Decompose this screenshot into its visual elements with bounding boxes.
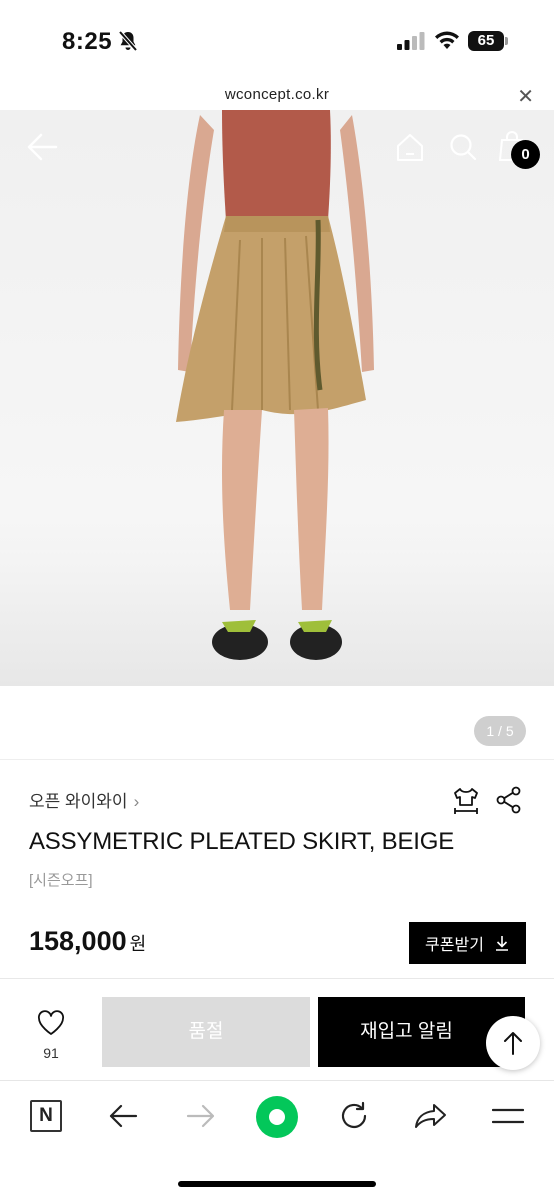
scroll-top-button[interactable]	[486, 1016, 540, 1070]
download-icon	[495, 936, 508, 951]
naver-logo-icon[interactable]: N	[30, 1100, 62, 1132]
refresh-icon[interactable]	[338, 1100, 370, 1132]
home-indicator	[178, 1181, 376, 1187]
url-bar[interactable]: wconcept.co.kr ✕	[0, 80, 554, 110]
like-button[interactable]: 91	[30, 1010, 72, 1061]
product-price: 158,000 원	[29, 926, 146, 957]
arrow-up-icon	[504, 1032, 522, 1055]
price-currency: 원	[129, 934, 147, 954]
share-icon[interactable]	[414, 1102, 448, 1130]
status-bar: 8:25 65	[0, 0, 554, 80]
close-icon[interactable]: ✕	[517, 84, 534, 109]
back-arrow-icon[interactable]	[26, 132, 58, 162]
battery-icon: 65	[468, 31, 508, 51]
forward-icon[interactable]	[186, 1102, 216, 1130]
green-dot-icon[interactable]	[256, 1096, 298, 1138]
coupon-label: 쿠폰받기	[425, 937, 484, 954]
brand-name: 오픈 와이와이	[29, 792, 128, 811]
heart-icon	[38, 1010, 64, 1035]
back-icon[interactable]	[108, 1102, 138, 1130]
bell-slash-icon	[118, 30, 138, 52]
soldout-button[interactable]: 품절	[102, 997, 310, 1067]
size-guide-icon[interactable]	[452, 786, 480, 816]
cart-count-badge: 0	[511, 140, 540, 169]
like-count: 91	[43, 1045, 59, 1061]
search-icon[interactable]	[448, 132, 478, 162]
coupon-button[interactable]: 쿠폰받기	[409, 922, 526, 964]
share-icon[interactable]	[495, 786, 523, 814]
signal-icon	[397, 32, 425, 50]
price-value: 158,000	[29, 926, 127, 956]
product-photo	[0, 110, 554, 686]
url-text[interactable]: wconcept.co.kr	[0, 86, 554, 103]
menu-icon[interactable]	[492, 1106, 524, 1126]
divider	[0, 978, 554, 979]
image-pager: 1 / 5	[474, 716, 526, 746]
home-icon[interactable]	[395, 132, 425, 162]
wifi-icon	[435, 31, 459, 49]
chevron-right-icon: ›	[133, 792, 140, 811]
battery-level: 65	[468, 31, 504, 51]
brand-link[interactable]: 오픈 와이와이 ›	[29, 787, 139, 812]
gallery-footer: 1 / 5	[0, 686, 554, 760]
product-subtitle: [시즌오프]	[29, 872, 93, 889]
status-time: 8:25	[62, 28, 113, 55]
product-title: ASSYMETRIC PLEATED SKIRT, BEIGE	[29, 828, 455, 855]
product-image-gallery[interactable]: 0	[0, 110, 554, 686]
